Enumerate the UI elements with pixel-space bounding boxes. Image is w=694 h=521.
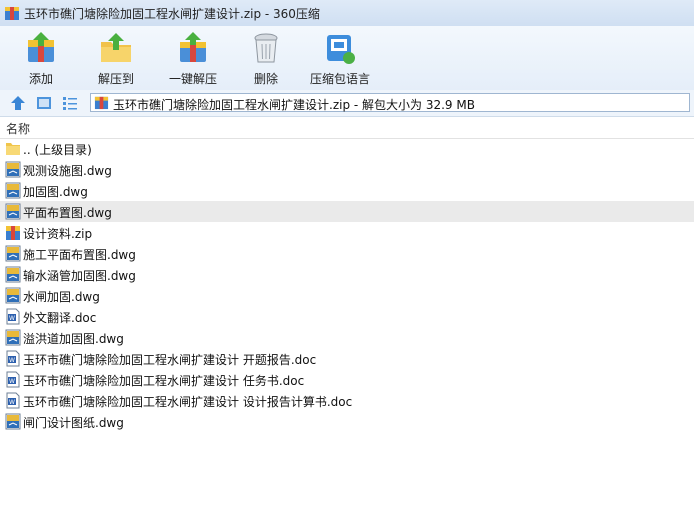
title-bar: 玉环市礁门塘除险加固工程水闸扩建设计.zip - 360压缩	[0, 0, 694, 27]
dwg-file-icon	[5, 182, 21, 199]
list-item[interactable]: 闸门设计图纸.dwg	[0, 411, 694, 432]
list-item[interactable]: 观测设施图.dwg	[0, 159, 694, 180]
list-item-selected[interactable]: 平面布置图.dwg	[0, 201, 694, 222]
up-arrow-icon[interactable]	[10, 95, 26, 111]
column-name-label: 名称	[6, 122, 31, 136]
file-name: 外文翻译.doc	[23, 311, 97, 325]
file-name: 玉环市礁门塘除险加固工程水闸扩建设计 设计报告计算书.doc	[23, 395, 353, 409]
large-icon-view-icon[interactable]	[36, 95, 52, 111]
add-archive-icon	[28, 32, 54, 62]
list-item[interactable]: 输水涵管加固图.dwg	[0, 264, 694, 285]
extract-to-button[interactable]: 解压到	[79, 30, 153, 88]
list-item[interactable]: 加固图.dwg	[0, 180, 694, 201]
address-field[interactable]: 玉环市礁门塘除险加固工程水闸扩建设计.zip - 解包大小为 32.9 MB	[90, 93, 690, 112]
svg-text:W: W	[9, 378, 15, 385]
archive-language-label: 压缩包语言	[309, 72, 370, 86]
list-item[interactable]: 设计资料.zip	[0, 222, 694, 243]
file-name: 施工平面布置图.dwg	[23, 248, 136, 262]
one-click-extract-button[interactable]: 一键解压	[156, 30, 230, 88]
svg-text:W: W	[9, 315, 15, 322]
zip-file-icon	[6, 226, 20, 240]
svg-text:W: W	[9, 357, 15, 364]
address-bar: 玉环市礁门塘除险加固工程水闸扩建设计.zip - 解包大小为 32.9 MB	[0, 90, 694, 117]
dwg-file-icon	[5, 266, 21, 283]
delete-button[interactable]: 删除	[229, 30, 303, 88]
list-item[interactable]: 溢洪道加固图.dwg	[0, 327, 694, 348]
add-button[interactable]: 添加	[4, 30, 78, 88]
doc-file-icon: W	[6, 392, 20, 409]
folder-icon	[6, 143, 20, 155]
file-name: 加固图.dwg	[23, 185, 88, 199]
dwg-file-icon	[5, 287, 21, 304]
file-name: 平面布置图.dwg	[23, 206, 112, 220]
window-title: 玉环市礁门塘除险加固工程水闸扩建设计.zip - 360压缩	[24, 7, 320, 21]
file-list: .. (上级目录) 观测设施图.dwg 加固图.dwg 平面布置图.dwg 设计…	[0, 138, 694, 521]
dwg-file-icon	[5, 329, 21, 346]
one-click-extract-icon	[180, 32, 206, 62]
file-name: .. (上级目录)	[23, 143, 92, 157]
dwg-file-icon	[5, 413, 21, 430]
list-item[interactable]: W 玉环市礁门塘除险加固工程水闸扩建设计 任务书.doc	[0, 369, 694, 390]
dwg-file-icon	[5, 245, 21, 262]
file-name: 设计资料.zip	[23, 227, 93, 241]
doc-file-icon: W	[6, 371, 20, 388]
one-click-extract-label: 一键解压	[168, 72, 217, 86]
archive-language-button[interactable]: 压缩包语言	[303, 30, 377, 88]
doc-file-icon: W	[6, 308, 20, 325]
file-name: 玉环市礁门塘除险加固工程水闸扩建设计 任务书.doc	[23, 374, 305, 388]
file-name: 观测设施图.dwg	[23, 164, 112, 178]
delete-label: 删除	[253, 72, 278, 86]
file-name: 闸门设计图纸.dwg	[23, 416, 124, 430]
list-item[interactable]: W 玉环市礁门塘除险加固工程水闸扩建设计 设计报告计算书.doc	[0, 390, 694, 411]
file-name: 玉环市礁门塘除险加固工程水闸扩建设计 开题报告.doc	[23, 353, 317, 367]
encoding-icon	[327, 35, 355, 64]
extract-folder-icon	[101, 33, 131, 62]
list-view-icon[interactable]	[62, 95, 78, 111]
add-label: 添加	[28, 72, 53, 86]
dwg-file-icon	[5, 203, 21, 220]
svg-text:W: W	[9, 399, 15, 406]
list-item-parent-directory[interactable]: .. (上级目录)	[0, 138, 694, 159]
file-name: 水闸加固.dwg	[23, 290, 100, 304]
trash-icon	[254, 33, 278, 63]
file-name: 输水涵管加固图.dwg	[23, 269, 136, 283]
toolbar: 添加 解压到 一键解压 删除 压缩包语言	[0, 26, 694, 91]
dwg-file-icon	[5, 161, 21, 178]
file-name: 溢洪道加固图.dwg	[23, 332, 124, 346]
list-item[interactable]: W 外文翻译.doc	[0, 306, 694, 327]
list-item[interactable]: 施工平面布置图.dwg	[0, 243, 694, 264]
address-text: 玉环市礁门塘除险加固工程水闸扩建设计.zip - 解包大小为 32.9 MB	[113, 98, 475, 112]
doc-file-icon: W	[6, 350, 20, 367]
list-item[interactable]: W 玉环市礁门塘除险加固工程水闸扩建设计 开题报告.doc	[0, 348, 694, 369]
list-item[interactable]: 水闸加固.dwg	[0, 285, 694, 306]
zip-archive-icon	[94, 96, 109, 110]
column-header[interactable]: 名称	[0, 117, 694, 139]
extract-to-label: 解压到	[97, 72, 134, 86]
archive-app-icon	[5, 7, 19, 20]
